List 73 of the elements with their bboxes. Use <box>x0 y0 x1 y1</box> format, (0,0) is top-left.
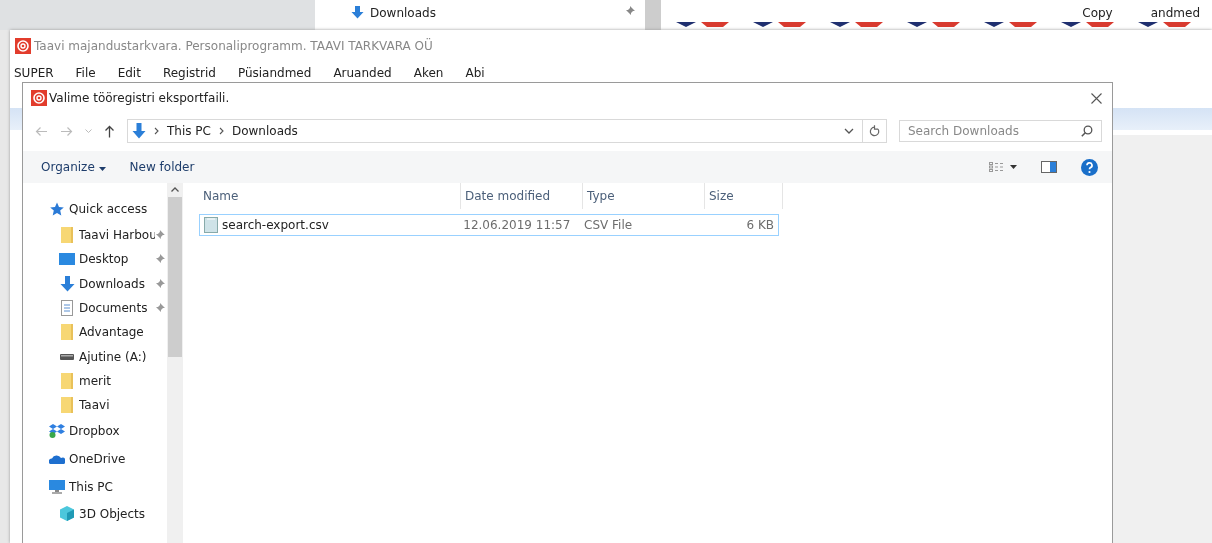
cube-icon <box>60 506 74 521</box>
sidebar-item[interactable]: merit <box>79 373 112 388</box>
window-title: Taavi majandustarkvara. Personaliprogramm. TAAVI TARKVARA OÜ <box>34 39 433 53</box>
chevron-right-icon <box>154 127 159 135</box>
search-field[interactable]: Search Downloads <box>899 120 1102 142</box>
file-row[interactable]: search-export.csv 12.06.2019 11:57 CSV File 6 KB <box>199 214 779 236</box>
spiral-logo-icon <box>31 90 47 106</box>
new-folder-button[interactable]: New folder <box>129 160 195 174</box>
folder-icon <box>61 397 73 414</box>
nav-item-label: Downloads <box>370 6 436 20</box>
address-bar[interactable]: This PC Downloads <box>127 119 887 143</box>
menu-item[interactable]: SUPER <box>14 66 54 80</box>
help-icon[interactable] <box>1081 158 1098 176</box>
menu-item[interactable]: Aken <box>413 66 444 80</box>
ribbon-label: Copy <box>1082 6 1113 20</box>
folder-icon <box>61 324 73 341</box>
table-cell-text: CSV File <box>583 218 634 232</box>
sidebar-item[interactable]: 3D Objects <box>79 506 146 521</box>
refresh-icon[interactable] <box>869 125 880 137</box>
folder-icon <box>61 372 73 389</box>
star-icon <box>50 202 64 216</box>
breadcrumb-item[interactable]: This PC <box>167 124 211 138</box>
dialog-title: Valime tööregistri eksportfaili. <box>49 91 230 105</box>
menu-item[interactable]: Aruanded <box>333 66 392 80</box>
dropbox-icon <box>49 424 65 439</box>
menu-item[interactable]: File <box>75 66 96 80</box>
download-arrow-icon <box>59 275 75 292</box>
sidebar-item[interactable]: Taavi <box>79 398 110 413</box>
scroll-up-icon[interactable] <box>171 187 179 192</box>
up-arrow-icon[interactable] <box>104 124 115 138</box>
sidebar-item[interactable]: Advantage <box>79 325 144 340</box>
download-arrow-icon <box>351 6 364 19</box>
computer-icon <box>49 480 65 495</box>
cloud-icon <box>49 454 65 465</box>
sidebar-item[interactable]: Ajutine (A:) <box>79 349 147 364</box>
monitor-icon <box>59 253 75 266</box>
menu-item[interactable]: Abi <box>465 66 485 80</box>
scrollbar <box>645 0 661 30</box>
sidebar-item[interactable]: Taavi Harbou <box>78 228 156 243</box>
column-header[interactable]: Name <box>199 183 461 209</box>
document-icon <box>61 300 73 317</box>
view-options-icon[interactable] <box>989 162 1017 172</box>
column-header[interactable]: Size <box>705 183 783 209</box>
breadcrumb-item[interactable]: Downloads <box>231 124 298 138</box>
preview-pane-icon[interactable] <box>1041 161 1057 173</box>
caret-icon <box>98 167 106 171</box>
sidebar-item[interactable]: Quick access <box>69 202 148 216</box>
close-icon[interactable] <box>1091 92 1102 104</box>
menu-item[interactable]: Registrid <box>162 66 216 80</box>
column-header[interactable]: Type <box>583 183 705 209</box>
chevron-right-icon <box>218 127 224 135</box>
file-name: search-export.csv <box>222 218 329 232</box>
sidebar-item[interactable]: Documents <box>79 301 148 316</box>
folder-icon <box>60 227 73 244</box>
ribbon-label: andmed <box>1150 6 1200 20</box>
scrollbar-thumb[interactable] <box>168 197 182 357</box>
table-cell-text: 12.06.2019 11:57 <box>462 218 572 232</box>
chevron-down-icon[interactable] <box>844 128 854 134</box>
column-header[interactable]: Date modified <box>461 183 583 209</box>
sidebar-item[interactable]: OneDrive <box>69 452 126 467</box>
sidebar-item[interactable]: Dropbox <box>69 424 120 439</box>
download-arrow-icon <box>132 123 146 139</box>
spiral-logo-icon <box>15 38 31 54</box>
sidebar-item[interactable]: Downloads <box>79 276 145 291</box>
menu-item[interactable]: Püsiandmed <box>237 66 312 80</box>
sidebar-item[interactable]: Desktop <box>79 252 129 267</box>
menu-item[interactable]: Edit <box>117 66 141 80</box>
file-icon <box>204 217 218 233</box>
sidebar-item[interactable]: This PC <box>69 480 113 495</box>
drive-icon <box>60 353 74 360</box>
organize-button[interactable]: Organize <box>41 160 106 174</box>
search-icon <box>1081 125 1093 137</box>
table-cell-text: 6 KB <box>745 218 775 232</box>
